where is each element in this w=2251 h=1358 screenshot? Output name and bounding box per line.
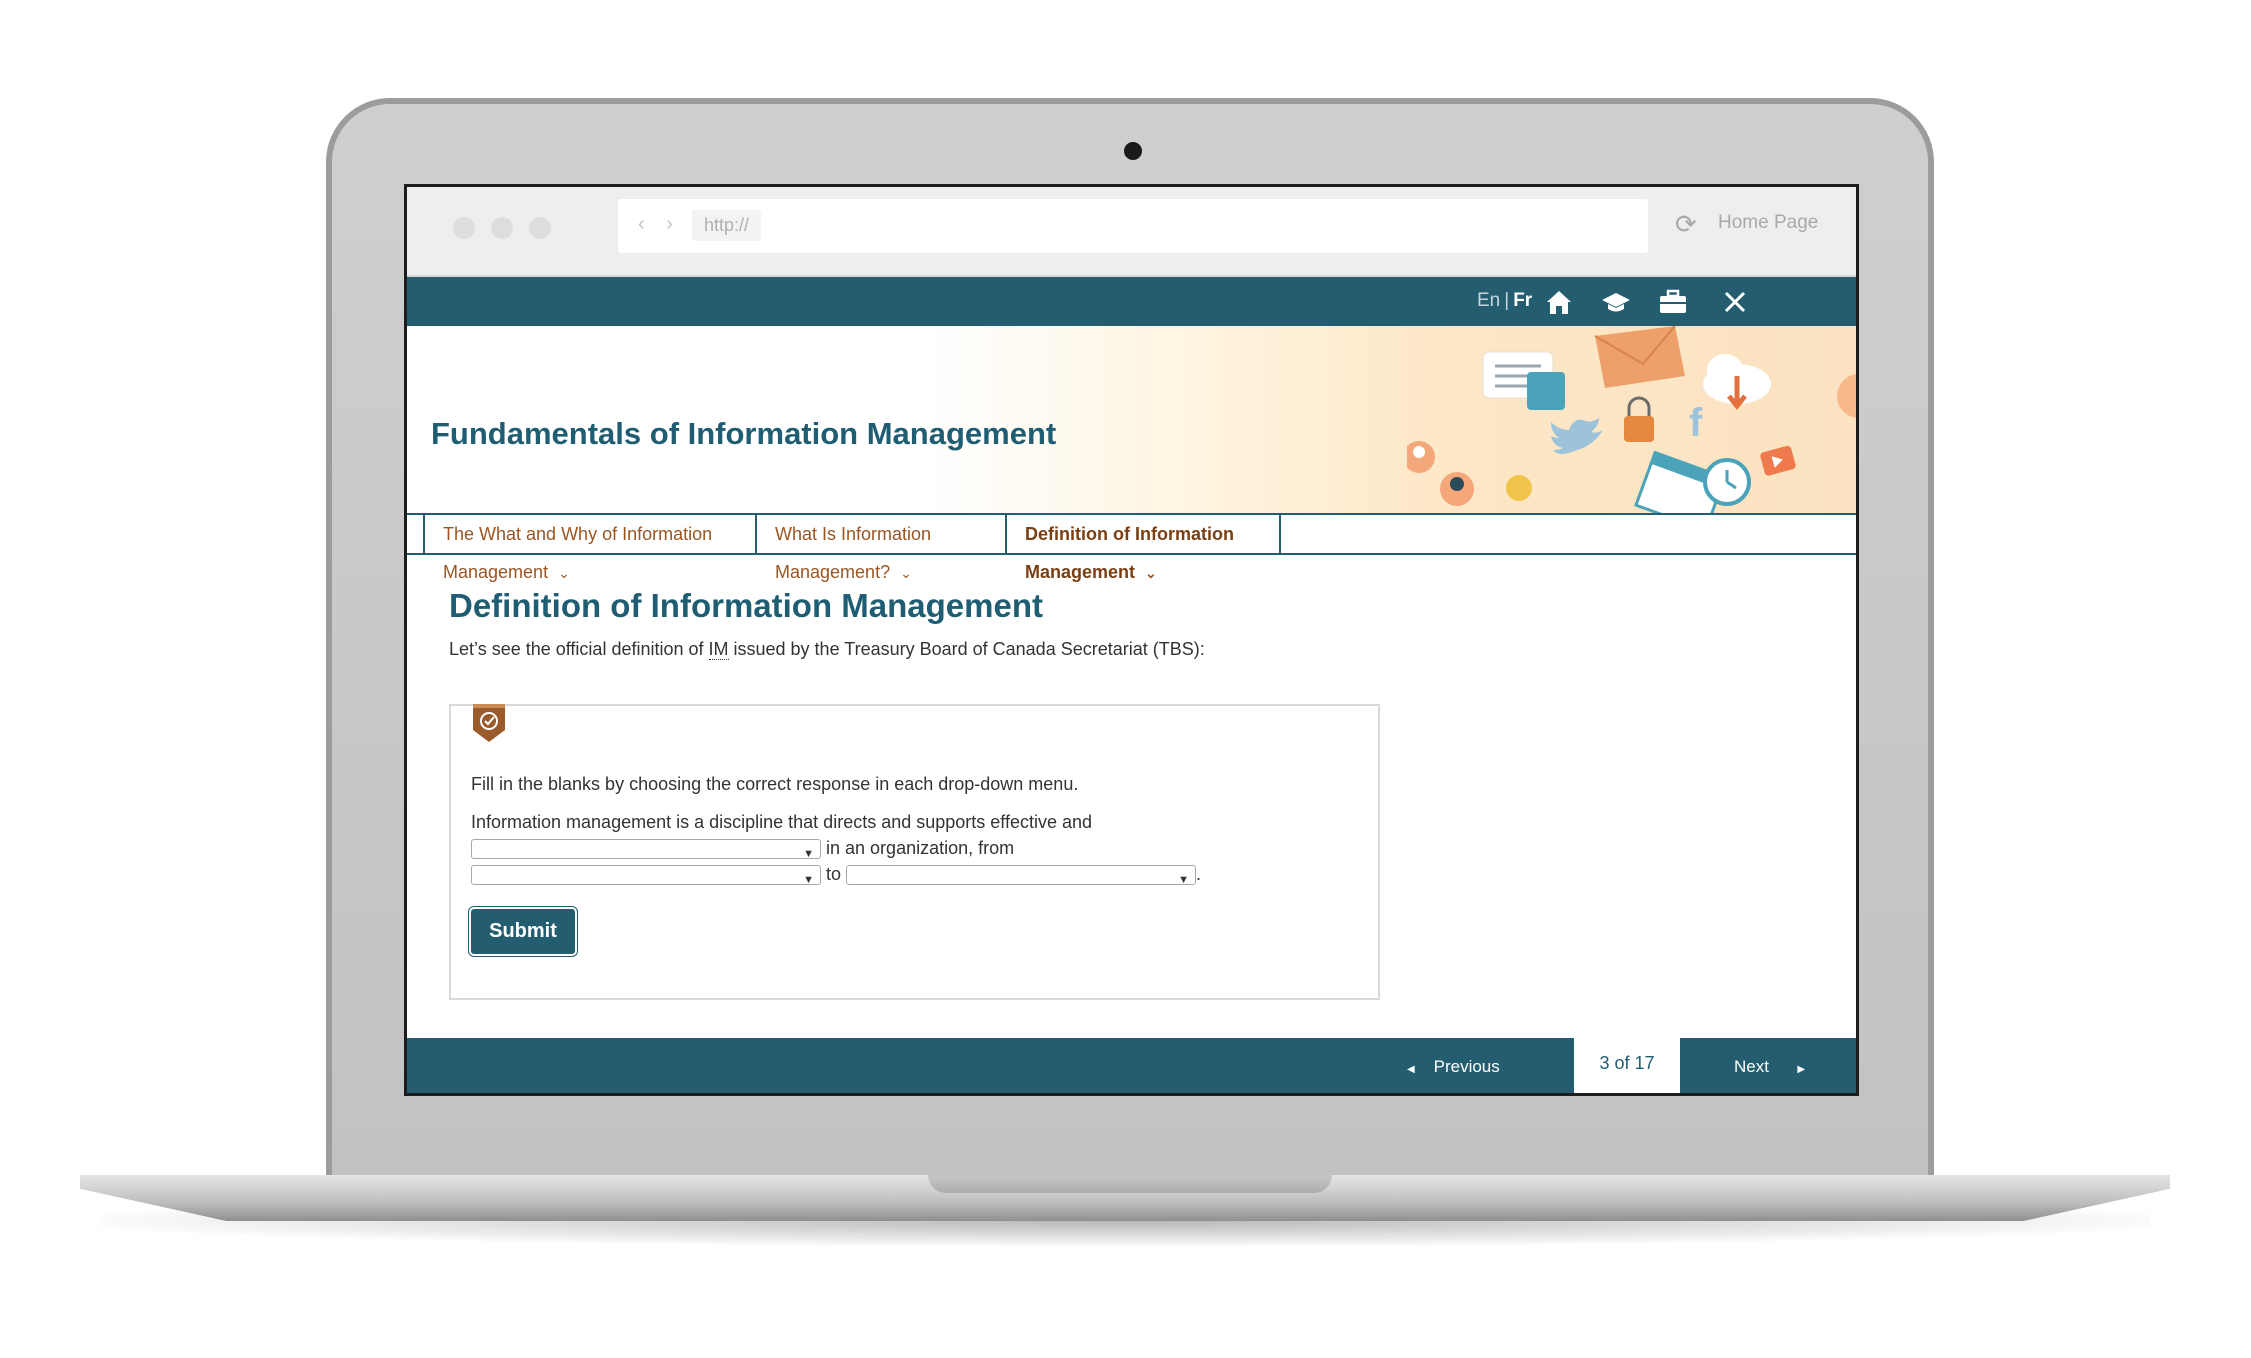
chevron-down-icon: ⌄: [1145, 565, 1157, 581]
question-to-text: to: [826, 864, 842, 884]
activity-instructions: Fill in the blanks by choosing the corre…: [471, 774, 1079, 794]
section-tabs: The What and Why of Information Manageme…: [407, 513, 1856, 582]
webcam-icon: [1124, 142, 1142, 160]
browser-chrome: ‹ › http:// ⟳ Home Page: [407, 187, 1856, 277]
intro-text-end: issued by the Treasury Board of Canada S…: [728, 639, 1205, 659]
graduation-cap-icon[interactable]: [1600, 286, 1632, 318]
previous-label: Previous: [1433, 1057, 1500, 1076]
chevron-down-icon: ⌄: [900, 565, 912, 581]
window-minimize-dot[interactable]: [491, 217, 513, 239]
submit-button[interactable]: Submit: [471, 909, 575, 954]
dropdown-arrow-icon: ▼: [1178, 874, 1190, 887]
language-switcher: En | Fr: [1477, 290, 1532, 312]
triangle-right-icon: ▶: [1797, 1064, 1806, 1075]
dropdown-arrow-icon: ▼: [803, 874, 814, 887]
tab-definition-of-im[interactable]: Definition of Information Management ⌄: [1005, 515, 1281, 582]
tab-what-is-im[interactable]: What Is Information Management? ⌄: [755, 515, 1007, 582]
chevron-down-icon: ⌄: [558, 565, 570, 581]
page-navigation-footer: ◀ Previous 3 of 17 Next ▶: [407, 1038, 1856, 1093]
laptop-screen: ‹ › http:// ⟳ Home Page En | Fr Fundamenta…: [404, 184, 1859, 1096]
course-title: Fundamentals of Information Management: [431, 416, 1057, 451]
question-end-punctuation: .: [1196, 864, 1202, 884]
back-forward-icon[interactable]: ‹ ›: [638, 213, 681, 236]
lang-en-link[interactable]: En: [1477, 290, 1500, 311]
question-sentence-start: Information management is a discipline t…: [471, 812, 1093, 832]
refresh-icon[interactable]: ⟳: [1675, 209, 1697, 240]
tab-what-and-why[interactable]: The What and Why of Information Manageme…: [423, 515, 757, 582]
laptop-notch: [928, 1175, 1332, 1193]
blank-dropdown-1[interactable]: ▼: [471, 839, 821, 860]
dropdown-arrow-icon: ▼: [803, 848, 814, 861]
svg-text:f: f: [1689, 401, 1703, 445]
next-button[interactable]: Next ▶: [1734, 1038, 1806, 1093]
tab-label: Definition of Information Management: [1025, 524, 1234, 582]
close-icon[interactable]: [1719, 286, 1751, 318]
intro-text-start: Let’s see the official definition of: [449, 639, 709, 659]
home-page-link[interactable]: Home Page: [1718, 212, 1818, 234]
address-bar[interactable]: ‹ › http://: [618, 199, 1648, 253]
banner-illustration: f: [1407, 326, 1856, 514]
tab-label: The What and Why of Information Manageme…: [443, 524, 713, 582]
next-label: Next: [1734, 1057, 1769, 1076]
window-maximize-dot[interactable]: [529, 217, 551, 239]
triangle-left-icon: ◀: [1407, 1064, 1415, 1075]
toolbox-icon[interactable]: [1657, 286, 1689, 318]
activity-badge-icon: [473, 704, 505, 742]
page-indicator: 3 of 17: [1574, 1038, 1680, 1093]
lang-separator: |: [1504, 290, 1510, 311]
home-icon[interactable]: [1543, 286, 1575, 318]
im-abbreviation[interactable]: IM: [708, 639, 729, 660]
page-title: Definition of Information Management: [449, 587, 1043, 624]
course-banner: Fundamentals of Information Management f: [407, 326, 1856, 514]
blank-dropdown-2[interactable]: ▼: [471, 865, 821, 886]
blank-dropdown-3[interactable]: ▼: [846, 865, 1197, 886]
definition-question: Information management is a discipline t…: [471, 809, 1351, 887]
main-content: Definition of Information Management Let…: [449, 587, 1549, 660]
url-text[interactable]: http://: [692, 210, 762, 241]
previous-button[interactable]: ◀ Previous: [1407, 1038, 1500, 1093]
window-close-dot[interactable]: [453, 217, 475, 239]
question-middle-text: in an organization, from: [826, 838, 1015, 858]
app-toolbar: En | Fr: [407, 277, 1856, 326]
lang-fr-link[interactable]: Fr: [1513, 290, 1532, 311]
intro-text: Let’s see the official definition of IM …: [449, 639, 1549, 660]
fill-in-blanks-activity: Fill in the blanks by choosing the corre…: [449, 704, 1380, 1000]
